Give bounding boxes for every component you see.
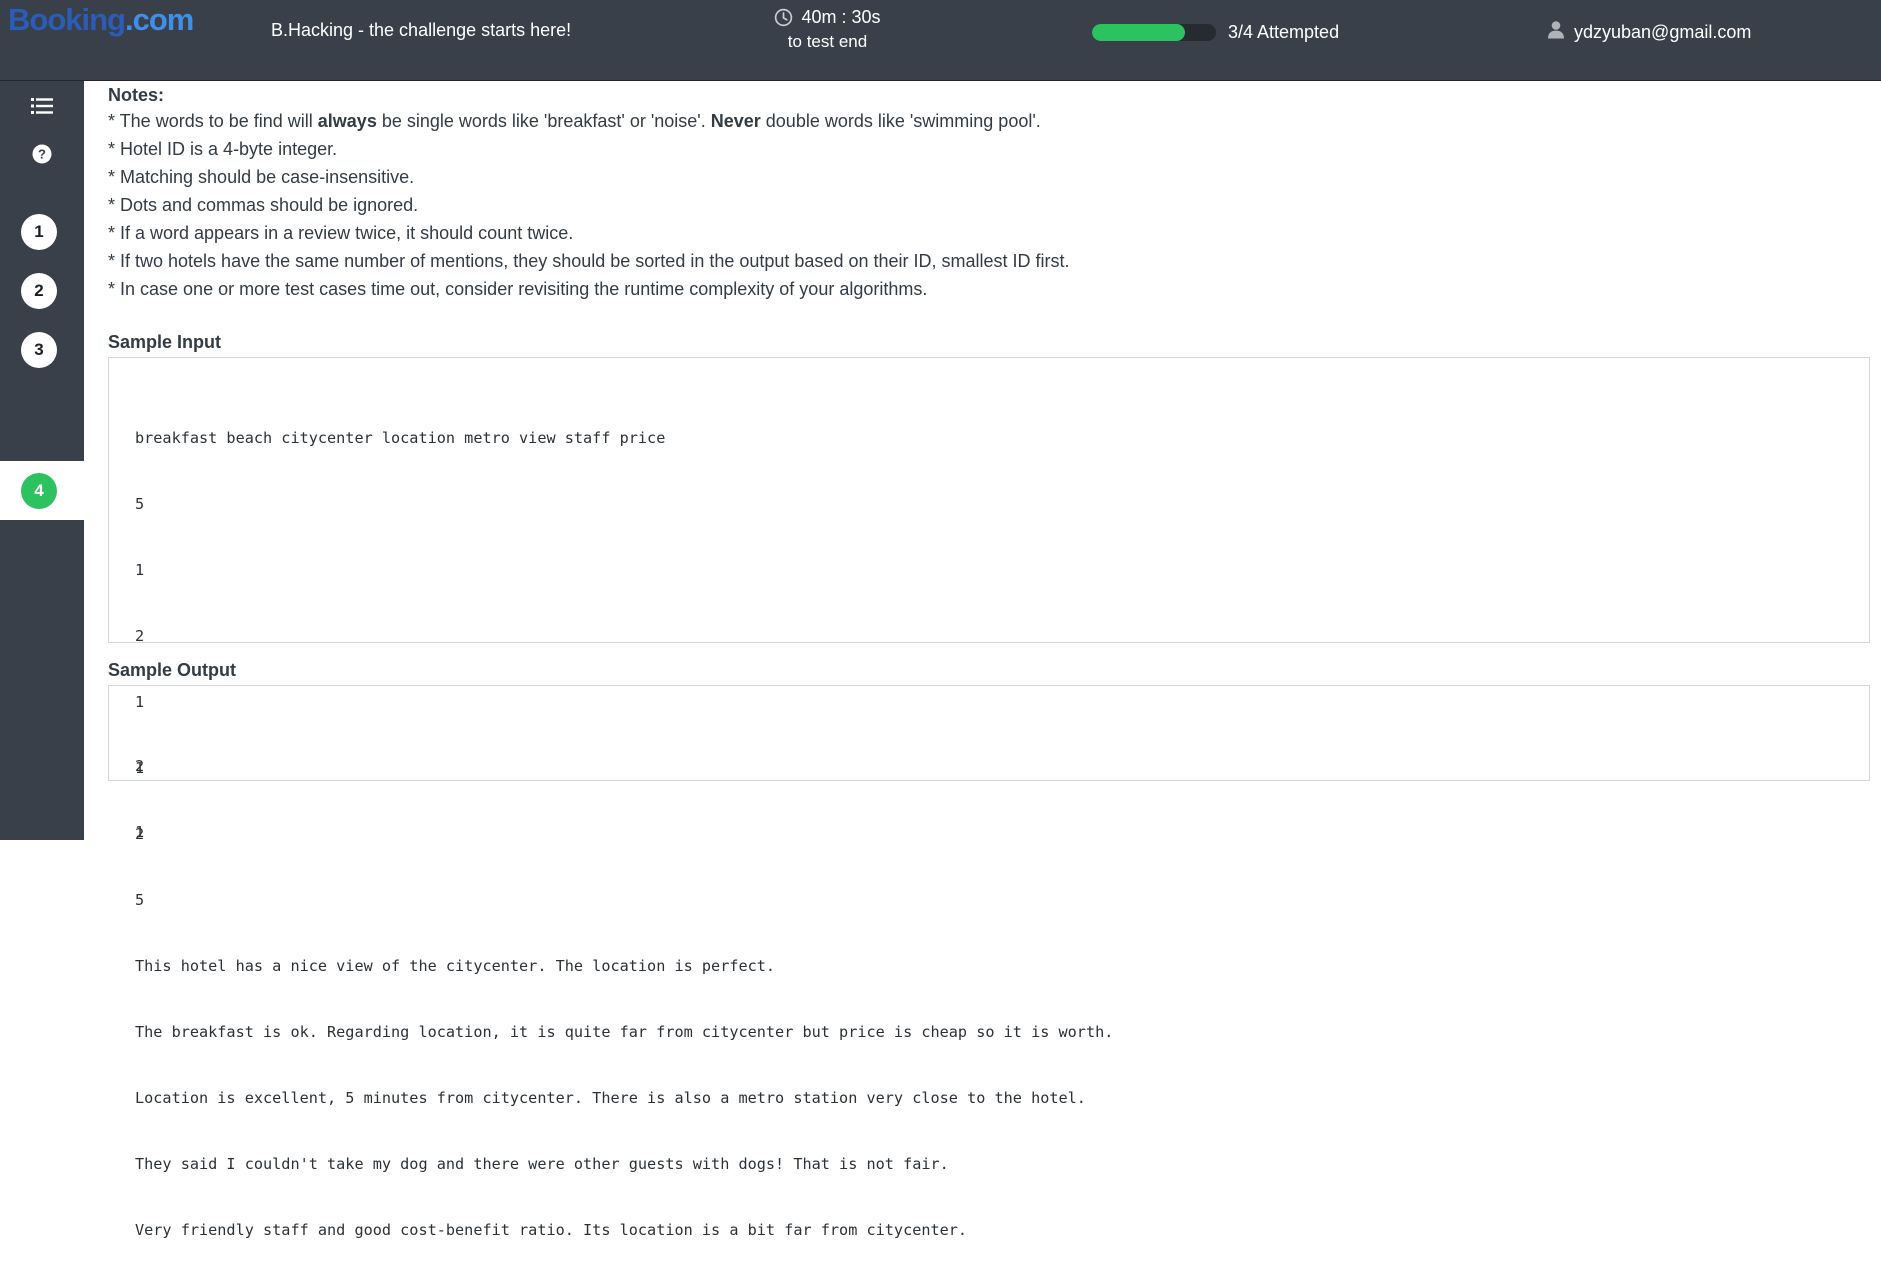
booking-logo[interactable]: Booking.com xyxy=(8,2,194,38)
question-step-4[interactable]: 4 xyxy=(21,473,57,509)
sample-output-title: Sample Output xyxy=(108,660,237,680)
sample-input-title: Sample Input xyxy=(108,332,222,352)
step-label: 1 xyxy=(34,222,44,241)
code-line: 1 xyxy=(135,561,145,579)
progress-bar xyxy=(1092,24,1216,41)
note-text: be single words like 'breakfast' or 'noi… xyxy=(376,111,711,131)
question-step-1[interactable]: 1 xyxy=(21,214,57,250)
question-content: Notes: * The words to be find will alway… xyxy=(108,81,1870,1239)
sidebar: ? 1 2 3 4 xyxy=(0,81,84,840)
sample-input-box[interactable]: breakfast beach citycenter location metr… xyxy=(108,357,1870,1239)
code-line: breakfast beach citycenter location metr… xyxy=(135,429,666,447)
note-line: * Dots and commas should be ignored. xyxy=(108,195,419,215)
timer-caption: to test end xyxy=(787,32,868,51)
note-line: * Matching should be case-insensitive. xyxy=(108,167,415,187)
svg-text:?: ? xyxy=(38,147,46,162)
notes-title: Notes: xyxy=(108,85,165,105)
user-icon xyxy=(1547,20,1565,44)
logo-suffix-text: .com xyxy=(125,2,194,37)
countdown-timer: 40m : 30s to test end xyxy=(770,7,885,52)
code-line: Location is excellent, 5 minutes from ci… xyxy=(135,1089,1086,1107)
code-line: Very friendly staff and good cost-benefi… xyxy=(135,1221,968,1239)
challenge-title: B.Hacking - the challenge starts here! xyxy=(271,20,572,40)
step-label: 3 xyxy=(34,340,44,359)
note-emphasis: Never xyxy=(710,111,761,131)
code-line: 2 xyxy=(135,627,145,645)
help-icon[interactable]: ? xyxy=(27,139,57,169)
code-line: The breakfast is ok. Regarding location,… xyxy=(135,1023,1114,1041)
note-line: * Hotel ID is a 4-byte integer. xyxy=(108,139,338,159)
note-line: * In case one or more test cases time ou… xyxy=(108,279,928,299)
progress-label: 3/4 Attempted xyxy=(1228,22,1340,42)
timer-value: 40m : 30s xyxy=(801,7,881,27)
note-emphasis: always xyxy=(317,111,377,131)
question-step-3[interactable]: 3 xyxy=(21,332,57,368)
sample-output-box[interactable]: 2 1 xyxy=(108,685,1870,841)
top-bar: Booking.com B.Hacking - the challenge st… xyxy=(0,0,1881,81)
code-line: 5 xyxy=(135,495,145,513)
code-line: This hotel has a nice view of the cityce… xyxy=(135,957,776,975)
code-line: 5 xyxy=(135,891,145,909)
note-line: * If two hotels have the same number of … xyxy=(108,251,1070,271)
clock-icon xyxy=(774,8,793,27)
code-line: 2 xyxy=(135,757,145,775)
step-label: 4 xyxy=(34,481,44,500)
question-step-2[interactable]: 2 xyxy=(21,273,57,309)
note-text: double words like 'swimming pool'. xyxy=(760,111,1041,131)
list-icon[interactable] xyxy=(27,91,57,121)
progress-bar-fill xyxy=(1092,24,1185,41)
step-label: 2 xyxy=(34,281,44,300)
code-line: They said I couldn't take my dog and the… xyxy=(135,1155,949,1173)
logo-main-text: Booking xyxy=(8,2,126,37)
user-email: ydzyuban@gmail.com xyxy=(1574,21,1752,42)
user-menu[interactable]: ydzyuban@gmail.com xyxy=(1547,20,1751,44)
note-text: * The words to be find will xyxy=(108,111,318,131)
note-line: * If a word appears in a review twice, i… xyxy=(108,223,574,243)
note-line: * The words to be find will always be si… xyxy=(108,107,1870,135)
attempt-progress: 3/4 Attempted xyxy=(1092,22,1339,43)
